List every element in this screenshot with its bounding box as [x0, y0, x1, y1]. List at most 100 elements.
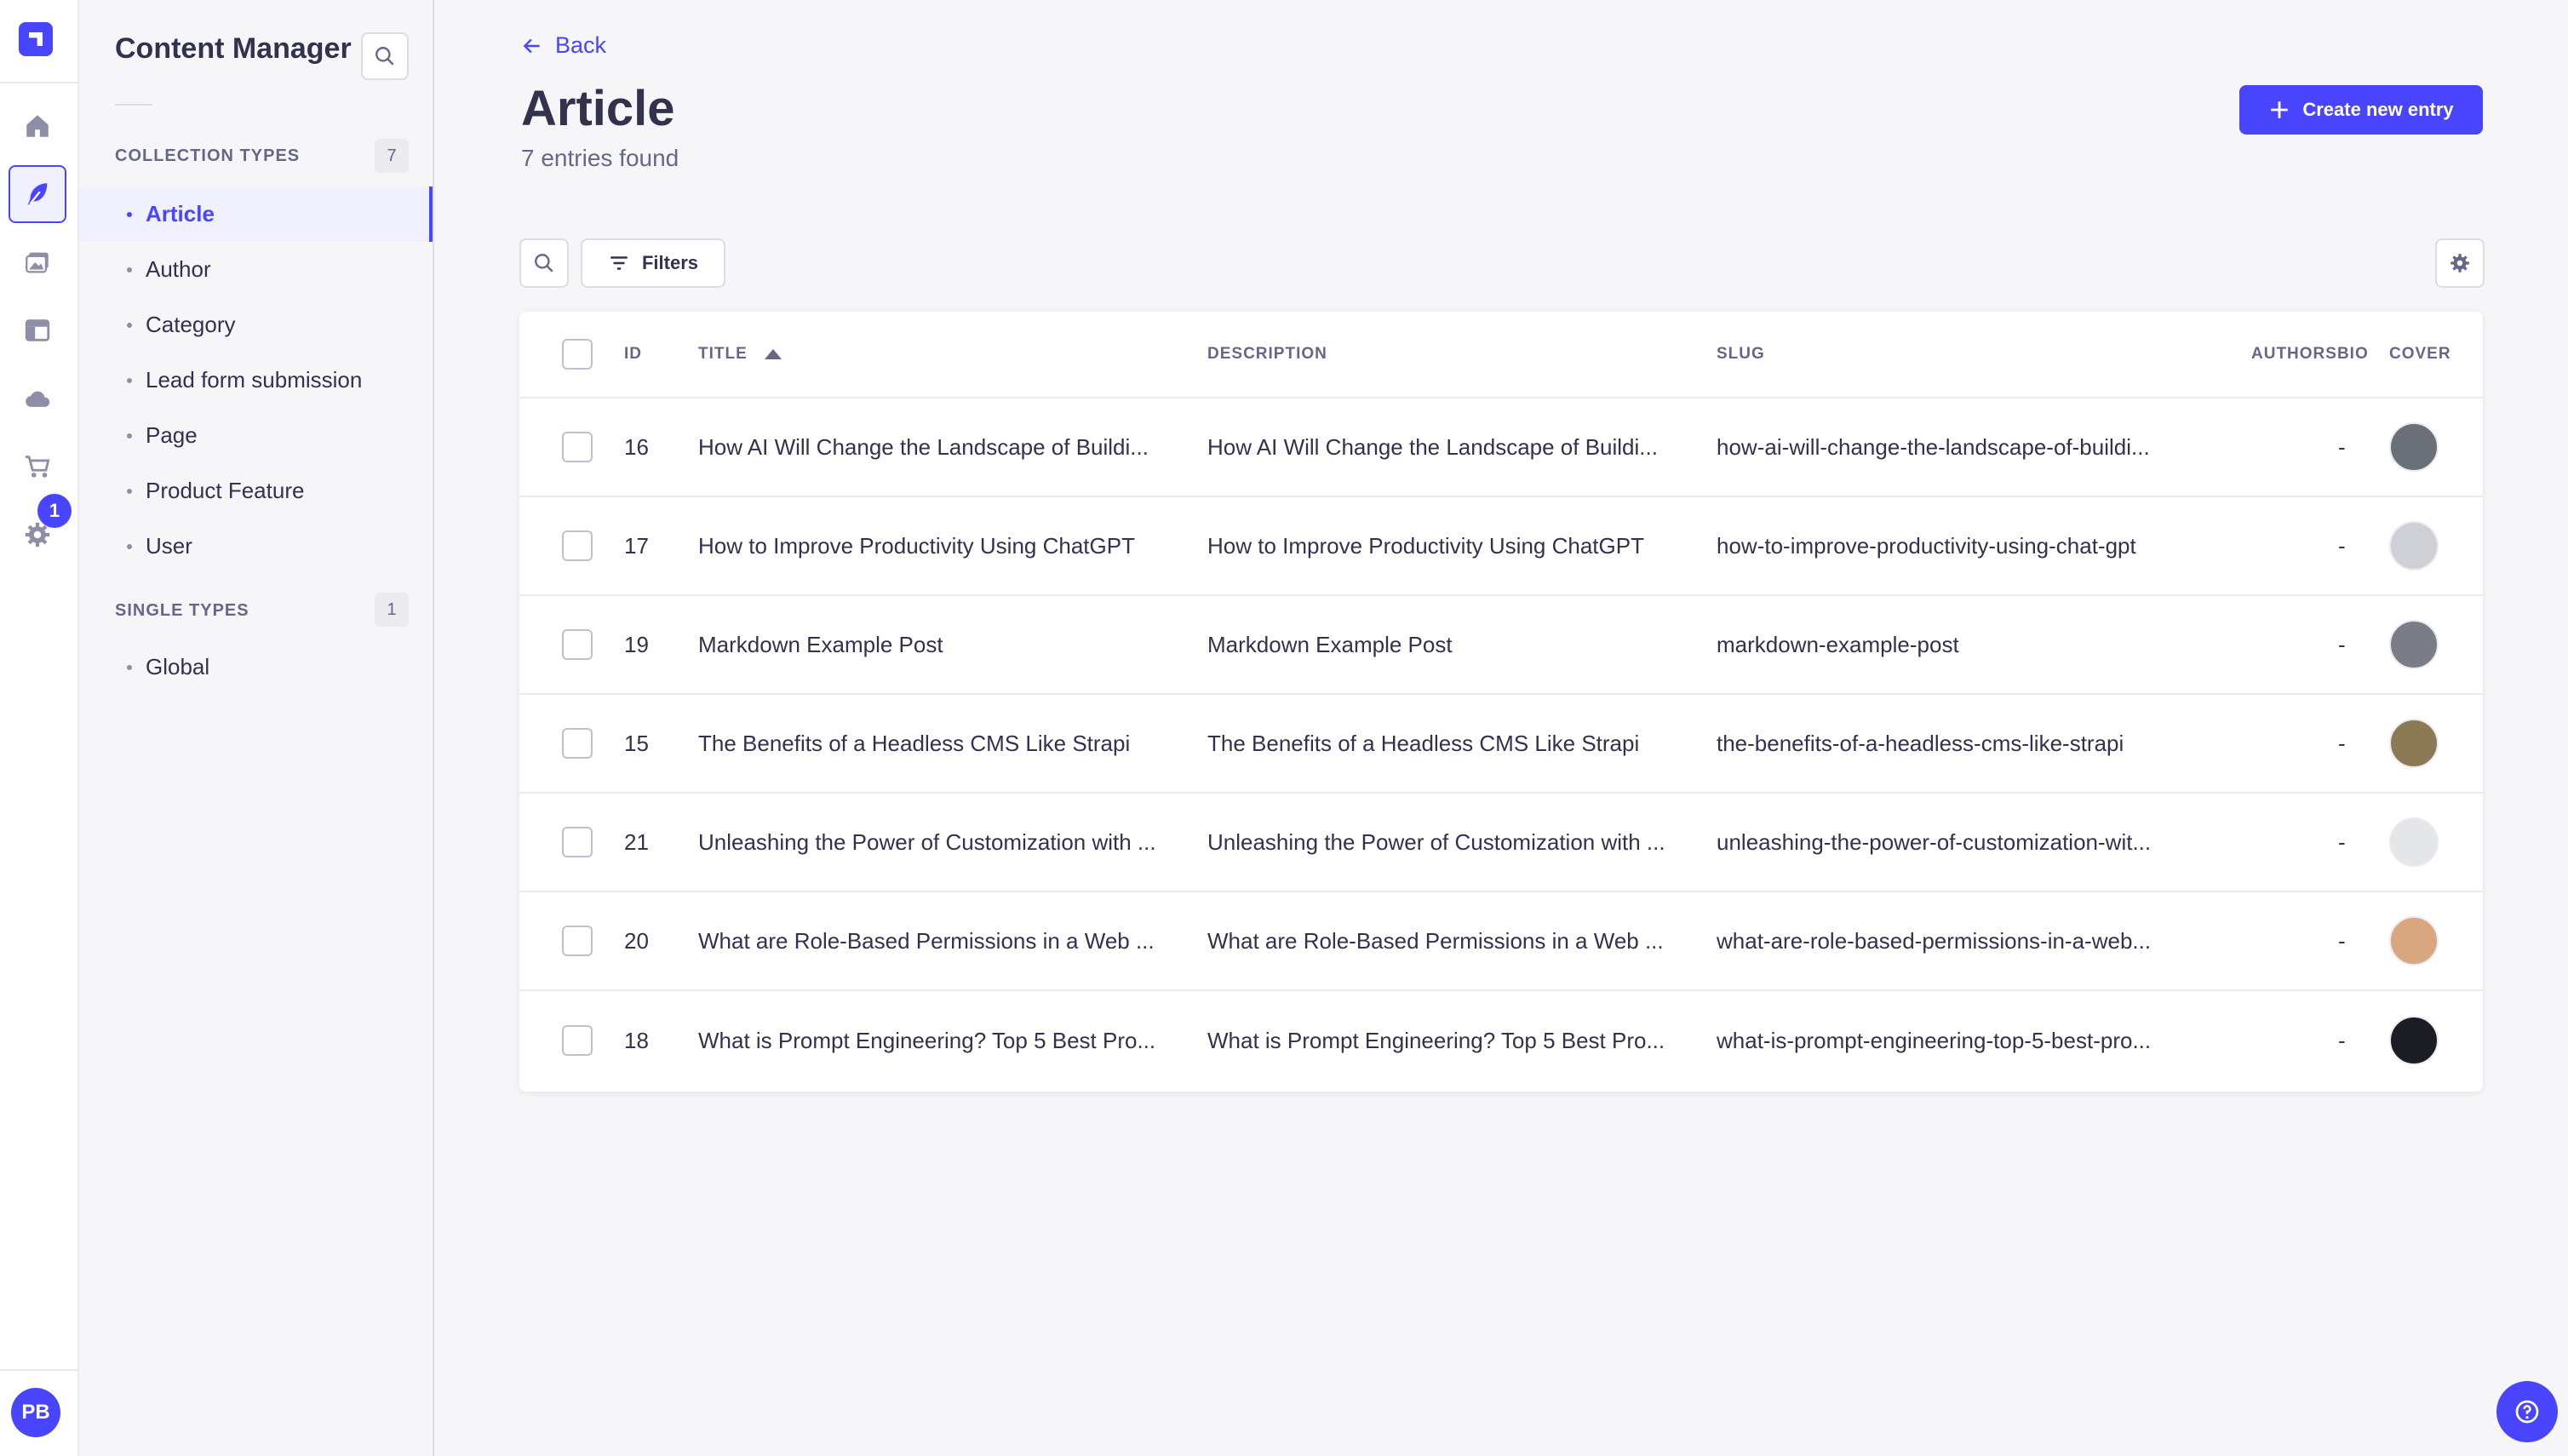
table-row[interactable]: 18 What is Prompt Engineering? Top 5 Best… [519, 991, 2483, 1090]
cell-id: 19 [624, 631, 649, 657]
cell-authorsbio: - [2338, 730, 2346, 756]
table-row[interactable]: 20 What are Role-Based Permissions in a W… [519, 892, 2483, 991]
question-icon [2515, 1400, 2539, 1424]
cell-slug: what-are-role-based-permissions-in-a-web… [1717, 927, 2152, 954]
rail-bottom-divider [0, 1369, 79, 1371]
cell-slug: markdown-example-post [1717, 631, 1959, 657]
cover-thumbnail[interactable] [2389, 817, 2439, 867]
table-row[interactable]: 17 How to Improve Productivity Using Chat… [519, 497, 2483, 596]
sidebar-item-product-feature[interactable]: Product Feature [79, 463, 433, 519]
sidebar-item-global[interactable]: Global [79, 639, 433, 695]
cell-id: 18 [624, 1027, 649, 1053]
select-all-checkbox[interactable] [562, 339, 593, 370]
help-button[interactable] [2496, 1381, 2558, 1442]
cell-slug: unleashing-the-power-of-customization-wi… [1717, 828, 2152, 855]
rail-divider [0, 82, 79, 83]
user-avatar[interactable]: PB [11, 1388, 60, 1437]
sidebar-divider [115, 104, 152, 106]
cell-slug: what-is-prompt-engineering-top-5-best-pr… [1717, 1027, 2152, 1053]
filter-icon [610, 256, 628, 270]
column-header-id[interactable]: ID [624, 312, 642, 397]
strapi-logo-icon[interactable] [19, 22, 53, 56]
sidebar-item-category[interactable]: Category [79, 297, 433, 353]
column-header-slug[interactable]: SLUG [1717, 312, 1765, 397]
media-icon[interactable] [9, 233, 66, 291]
row-checkbox[interactable] [562, 629, 593, 660]
cell-slug: how-ai-will-change-the-landscape-of-buil… [1717, 433, 2150, 460]
row-checkbox[interactable] [562, 926, 593, 956]
cover-thumbnail[interactable] [2389, 719, 2439, 768]
row-checkbox[interactable] [562, 728, 593, 759]
cell-authorsbio: - [2338, 828, 2346, 855]
cell-description: What is Prompt Engineering? Top 5 Best P… [1207, 1027, 1665, 1053]
cloud-icon[interactable] [9, 370, 66, 427]
bullet-icon [127, 377, 132, 383]
cover-thumbnail[interactable] [2389, 916, 2439, 966]
bullet-icon [127, 433, 132, 439]
sidebar-item-user[interactable]: User [79, 519, 433, 574]
cell-slug: the-benefits-of-a-headless-cms-like-stra… [1717, 730, 2124, 756]
cart-icon[interactable] [9, 438, 66, 496]
layout-icon[interactable] [9, 301, 66, 359]
bullet-icon [127, 322, 132, 328]
cell-id: 17 [624, 532, 649, 559]
column-header-title[interactable]: TITLE [698, 312, 782, 397]
content-manager-sidebar: Content Manager COLLECTION TYPES 7 Artic… [79, 0, 434, 1456]
bullet-icon [127, 543, 132, 549]
table-row[interactable]: 15 The Benefits of a Headless CMS Like St… [519, 695, 2483, 794]
table-row[interactable]: 19 Markdown Example Post Markdown Example … [519, 596, 2483, 695]
cell-title: How to Improve Productivity Using ChatGP… [698, 532, 1135, 559]
table-settings-button[interactable] [2435, 238, 2485, 288]
cell-description: The Benefits of a Headless CMS Like Stra… [1207, 730, 1640, 756]
row-checkbox[interactable] [562, 432, 593, 462]
column-header-cover[interactable]: COVER [2389, 312, 2451, 397]
row-checkbox[interactable] [562, 1025, 593, 1056]
table-row[interactable]: 16 How AI Will Change the Landscape of Bu… [519, 398, 2483, 497]
home-icon[interactable] [9, 97, 66, 155]
page-title: Article [521, 81, 675, 136]
cell-title: How AI Will Change the Landscape of Buil… [698, 433, 1149, 460]
sidebar-item-article[interactable]: Article [79, 186, 433, 242]
bullet-icon [127, 267, 132, 272]
column-header-authorsbio[interactable]: AUTHORSBIO [2251, 312, 2369, 397]
cover-thumbnail[interactable] [2389, 521, 2439, 570]
create-new-entry-button[interactable]: Create new entry [2239, 85, 2483, 135]
cell-description: How to Improve Productivity Using ChatGP… [1207, 532, 1644, 559]
sidebar-search-button[interactable] [361, 32, 409, 80]
cell-authorsbio: - [2338, 433, 2346, 460]
sidebar-item-author[interactable]: Author [79, 242, 433, 297]
app-root: 1 PB Content Manager COLLECTION TYPES 7 … [0, 0, 2568, 1456]
main-nav-rail: 1 PB [0, 0, 79, 1456]
row-checkbox[interactable] [562, 827, 593, 857]
cell-description: Unleashing the Power of Customization wi… [1207, 828, 1665, 855]
collection-types-label: COLLECTION TYPES [115, 146, 301, 165]
cell-authorsbio: - [2338, 1027, 2346, 1053]
sidebar-item-lead-form-submission[interactable]: Lead form submission [79, 353, 433, 408]
cover-thumbnail[interactable] [2389, 1016, 2439, 1065]
table-row[interactable]: 21 Unleashing the Power of Customization … [519, 794, 2483, 892]
feather-icon[interactable] [9, 165, 66, 223]
entries-count: 7 entries found [521, 145, 679, 171]
cell-slug: how-to-improve-productivity-using-chat-g… [1717, 532, 2136, 559]
table-search-button[interactable] [519, 238, 569, 288]
cell-id: 15 [624, 730, 649, 756]
back-link[interactable]: Back [521, 32, 606, 59]
row-checkbox[interactable] [562, 530, 593, 561]
sidebar-item-page[interactable]: Page [79, 408, 433, 463]
plus-icon [2271, 101, 2289, 118]
bullet-icon [127, 488, 132, 494]
single-types-label: SINGLE TYPES [115, 601, 249, 620]
arrow-left-icon [523, 38, 540, 53]
cover-thumbnail[interactable] [2389, 422, 2439, 472]
sort-ascending-icon [764, 349, 782, 359]
main-content: Back Article 7 entries found Create new … [436, 0, 2568, 1456]
cell-authorsbio: - [2338, 532, 2346, 559]
cell-title: What are Role-Based Permissions in a Web… [698, 927, 1155, 954]
column-header-description[interactable]: DESCRIPTION [1207, 312, 1327, 397]
collection-types-count: 7 [375, 139, 409, 173]
filters-button[interactable]: Filters [581, 238, 725, 288]
entries-table: ID TITLE DESCRIPTION SLUG AUTHORSBIO COV… [519, 312, 2483, 1092]
bullet-icon [127, 211, 132, 217]
cell-id: 21 [624, 828, 649, 855]
cover-thumbnail[interactable] [2389, 620, 2439, 669]
